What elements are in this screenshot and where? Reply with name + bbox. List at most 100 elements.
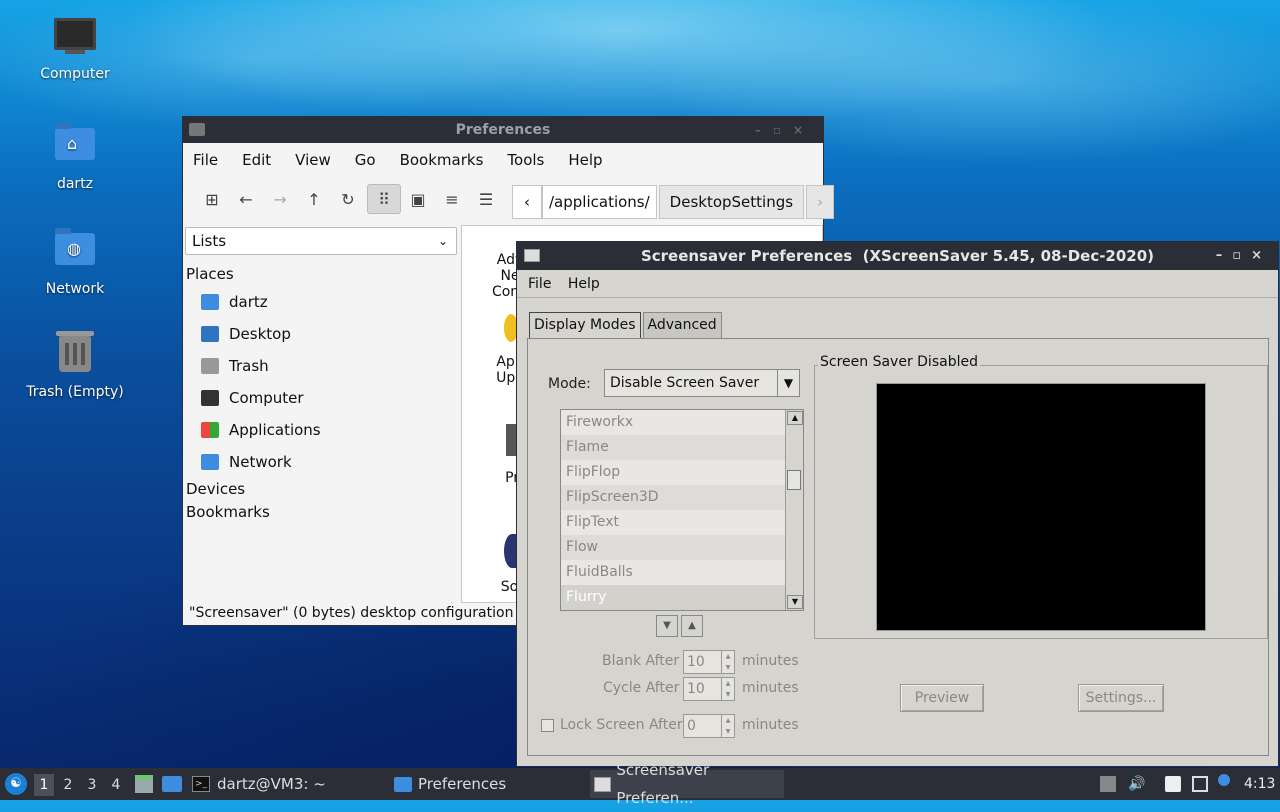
list-item[interactable]: Flow [561, 535, 785, 560]
tab-advanced[interactable]: Advanced [642, 312, 722, 338]
clock[interactable]: 4:13 [1244, 768, 1275, 800]
blank-after-value: 10 [687, 654, 705, 670]
previous-mode-button[interactable]: ▲ [681, 615, 703, 637]
sidebar-item-trash[interactable]: Trash [201, 357, 269, 375]
lock-screen-checkbox[interactable] [541, 719, 554, 732]
scroll-thumb[interactable] [787, 470, 801, 490]
menu-edit[interactable]: Edit [242, 151, 271, 169]
clipboard-icon[interactable] [1165, 776, 1181, 792]
hack-list[interactable]: Fireworkx Flame FlipFlop FlipScreen3D Fl… [560, 409, 804, 611]
list-item[interactable]: FlipScreen3D [561, 485, 785, 510]
bookmarks-heading[interactable]: Bookmarks [186, 503, 270, 521]
sidebar-item-computer[interactable]: Computer [201, 389, 304, 407]
path-right-arrow[interactable]: › [806, 185, 835, 219]
menu-file[interactable]: File [528, 276, 551, 292]
path-left-arrow[interactable]: ‹ [512, 185, 542, 219]
desktop-icon-home[interactable]: ⌂ dartz [20, 120, 130, 192]
menu-help[interactable]: Help [568, 276, 600, 292]
menu-file[interactable]: File [193, 151, 218, 169]
network-folder-icon: ◍ [53, 228, 97, 277]
volume-icon[interactable]: 🔊 [1128, 776, 1145, 792]
lock-after-value: 0 [687, 718, 696, 734]
file-manager-titlebar[interactable]: Preferences –▫× [183, 117, 823, 143]
scroll-up-icon[interactable]: ▲ [787, 411, 803, 425]
task-screensaver[interactable]: Screensaver Preferen... [590, 761, 784, 807]
cycle-after-value: 10 [687, 681, 705, 697]
side-pane: Lists ⌄ Places dartz Desktop Trash Compu… [183, 225, 459, 603]
next-mode-button[interactable]: ▼ [656, 615, 678, 637]
cycle-after-stepper[interactable]: 10 ▲ ▼ [683, 677, 735, 701]
path-segment[interactable]: /applications/ [542, 185, 657, 219]
stepper-arrows-icon[interactable]: ▲ ▼ [721, 715, 734, 737]
desktop-icon-trash[interactable]: Trash (Empty) [20, 330, 130, 400]
list-item[interactable]: Flame [561, 435, 785, 460]
workspace-1[interactable]: 1 [34, 774, 54, 796]
stepper-arrows-icon[interactable]: ▲ ▼ [721, 651, 734, 673]
menu-help[interactable]: Help [568, 151, 602, 169]
back-icon[interactable]: ← [229, 184, 263, 214]
minutes-label: minutes [742, 717, 799, 733]
display-modes-panel: Mode: Disable Screen Saver ▼ Fireworkx F… [527, 338, 1269, 756]
mode-select-value: Disable Screen Saver [610, 375, 760, 391]
scroll-down-icon[interactable]: ▼ [787, 595, 803, 609]
network-folder-icon [201, 454, 219, 470]
list-item[interactable]: FluidBalls [561, 560, 785, 585]
desktop-icon-network[interactable]: ◍ Network [20, 225, 130, 297]
workspace-3[interactable]: 3 [82, 774, 102, 796]
devices-heading[interactable]: Devices [186, 480, 245, 498]
menubar: File Edit View Go Bookmarks Tools Help [183, 143, 823, 177]
lock-after-stepper[interactable]: 0 ▲ ▼ [683, 714, 735, 738]
sidebar-item-dartz[interactable]: dartz [201, 293, 268, 311]
blank-after-stepper[interactable]: 10 ▲ ▼ [683, 650, 735, 674]
forward-icon[interactable]: → [263, 184, 297, 214]
up-icon[interactable]: ↑ [297, 184, 331, 214]
mode-select[interactable]: Disable Screen Saver ▼ [604, 369, 800, 397]
side-pane-selector[interactable]: Lists ⌄ [185, 227, 457, 255]
screensaver-titlebar[interactable]: Screensaver Preferences (XScreenSaver 5.… [517, 242, 1278, 270]
sidebar-item-desktop[interactable]: Desktop [201, 325, 291, 343]
notification-icon[interactable] [1218, 774, 1230, 786]
sidebar-item-label: Computer [229, 389, 304, 407]
settings-button[interactable]: Settings... [1078, 684, 1164, 712]
reload-icon[interactable]: ↻ [331, 184, 365, 214]
list-item[interactable]: Fireworkx [561, 410, 785, 435]
computer-icon [201, 390, 219, 406]
file-cabinet-icon[interactable] [135, 775, 153, 793]
sidebar-item-network[interactable]: Network [201, 453, 292, 471]
sidebar-item-applications[interactable]: Applications [201, 421, 321, 439]
icon-view-icon[interactable]: ⠿ [367, 184, 401, 214]
applications-icon [201, 422, 219, 438]
start-menu-icon[interactable]: ☯ [5, 773, 27, 795]
list-scrollbar[interactable]: ▲ ▼ [785, 410, 803, 610]
list-item[interactable]: FlipText [561, 510, 785, 535]
tab-display-modes[interactable]: Display Modes [529, 312, 641, 338]
thumbnail-view-icon[interactable]: ▣ [401, 184, 435, 214]
window-controls[interactable]: –▫× [1216, 242, 1272, 270]
network-icon[interactable] [1192, 776, 1208, 792]
task-preferences[interactable]: Preferences [394, 770, 584, 798]
menu-bookmarks[interactable]: Bookmarks [400, 151, 484, 169]
eject-icon[interactable] [1100, 776, 1116, 792]
preview-button[interactable]: Preview [900, 684, 984, 712]
stepper-arrows-icon[interactable]: ▲ ▼ [721, 678, 734, 700]
menu-view[interactable]: View [295, 151, 331, 169]
path-segment[interactable]: DesktopSettings [658, 185, 805, 219]
sidebar-item-label: Network [229, 453, 292, 471]
path-bar: ‹ /applications/ DesktopSettings › [512, 185, 835, 219]
list-item[interactable]: FlipFlop [561, 460, 785, 485]
new-tab-icon[interactable]: ⊞ [195, 184, 229, 214]
compact-view-icon[interactable]: ≡ [435, 184, 469, 214]
workspace-4[interactable]: 4 [106, 774, 126, 796]
task-terminal[interactable]: >_ dartz@VM3: ~ [192, 770, 382, 798]
menubar: File Help [517, 270, 1278, 298]
menu-tools[interactable]: Tools [507, 151, 544, 169]
menu-go[interactable]: Go [355, 151, 376, 169]
window-controls[interactable]: –▫× [755, 117, 815, 143]
list-item-selected[interactable]: Flurry [561, 585, 785, 610]
sidebar-item-label: Desktop [229, 325, 291, 343]
detailed-view-icon[interactable]: ☰ [469, 184, 503, 214]
screensaver-window: Screensaver Preferences (XScreenSaver 5.… [516, 241, 1279, 767]
show-desktop-icon[interactable] [162, 776, 182, 792]
workspace-2[interactable]: 2 [58, 774, 78, 796]
desktop-icon-computer[interactable]: Computer [20, 14, 130, 82]
